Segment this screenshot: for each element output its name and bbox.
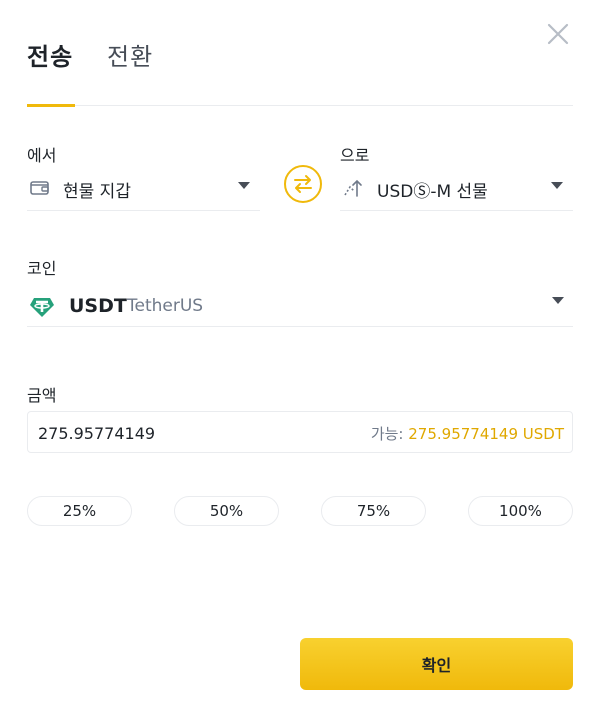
confirm-button[interactable]: 확인 <box>300 638 573 690</box>
amount-label: 금액 <box>27 386 57 405</box>
percent-75-button[interactable]: 75% <box>321 496 426 526</box>
available-label: 가능: <box>370 425 404 443</box>
swap-arrows-icon[interactable] <box>284 165 322 203</box>
tab-bar: 전송 전환 <box>27 40 573 107</box>
to-label: 으로 <box>340 146 370 165</box>
coin-label: 코인 <box>27 259 57 278</box>
chevron-down-icon <box>552 297 564 304</box>
futures-icon <box>344 179 362 197</box>
percent-50-button[interactable]: 50% <box>174 496 279 526</box>
available-balance: 가능: 275.95774149 USDT <box>371 423 564 444</box>
tab-transfer[interactable]: 전송 <box>27 40 73 74</box>
wallet-icon <box>30 181 49 195</box>
chevron-down-icon <box>551 182 563 189</box>
from-wallet-select[interactable]: 현물 지갑 <box>27 167 260 211</box>
to-wallet-select[interactable]: USDⓈ-M 선물 <box>340 167 573 211</box>
tab-convert[interactable]: 전환 <box>107 40 153 74</box>
to-wallet-value: USDⓈ-M 선물 <box>377 182 488 202</box>
active-tab-indicator <box>27 104 75 107</box>
amount-input[interactable] <box>38 420 338 446</box>
chevron-down-icon <box>238 182 250 189</box>
percent-25-button[interactable]: 25% <box>27 496 132 526</box>
coin-select[interactable]: USDT TetherUS <box>27 287 573 327</box>
coin-name: TetherUS <box>127 296 204 316</box>
amount-field: 가능: 275.95774149 USDT <box>27 411 573 453</box>
tether-icon <box>30 298 54 317</box>
percent-100-button[interactable]: 100% <box>468 496 573 526</box>
available-value[interactable]: 275.95774149 USDT <box>408 425 564 443</box>
coin-symbol: USDT <box>69 295 127 317</box>
from-wallet-value: 현물 지갑 <box>63 182 131 202</box>
from-label: 에서 <box>27 146 57 165</box>
